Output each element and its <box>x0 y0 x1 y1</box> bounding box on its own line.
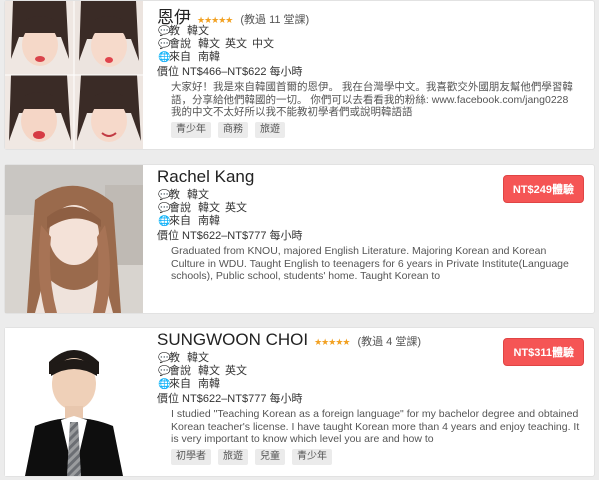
price-range: 價位 NT$622–NT$777 每小時 <box>157 230 303 242</box>
from-country: 南韓 <box>198 378 220 390</box>
tag[interactable]: 旅遊 <box>218 449 248 465</box>
tag[interactable]: 初學者 <box>171 449 211 465</box>
tutor-bio: 大家好！我是來自韓國首爾的恩伊。 我在台灣學中文。我喜歡交外國朋友幫他們學習韓語… <box>171 81 573 118</box>
speaks-language: 韓文 <box>198 202 220 214</box>
from-country: 南韓 <box>198 215 220 227</box>
from-label: 來自 <box>169 215 191 227</box>
tutor-card[interactable]: Rachel Kang 💬教 韓文 💬會說 韓文 英文 🌐來自 南韓 價位 NT$622… <box>4 164 595 314</box>
speaks-language: 英文 <box>225 38 247 50</box>
speaks-language: 韓文 <box>198 365 220 377</box>
chat-bubble-icon: 💬 <box>158 203 171 214</box>
globe-icon: 🌐 <box>158 379 171 390</box>
trial-lesson-button[interactable]: NT$249體驗 <box>502 175 584 203</box>
tag[interactable]: 青少年 <box>292 449 332 465</box>
chat-bubble-icon: 💬 <box>158 366 171 377</box>
tutor-card[interactable]: 恩伊 ★★★★★ (教過 11 堂課) 💬教 韓文 💬會說 韓文 英文 中文 🌐來自 南韓… <box>4 0 595 150</box>
from-row: 🌐來自 南韓 <box>158 378 586 391</box>
tutor-info: 恩伊 ★★★★★ (教過 11 堂課) 💬教 韓文 💬會說 韓文 英文 中文 🌐來自 南韓… <box>157 3 586 138</box>
tag[interactable]: 兒童 <box>255 449 285 465</box>
price-range: 價位 NT$622–NT$777 每小時 <box>157 393 303 405</box>
tag-list: 初學者 旅遊 兒童 青少年 <box>171 449 586 465</box>
from-row: 🌐來自 南韓 <box>158 51 586 64</box>
tutor-photo-image <box>5 165 143 313</box>
tutor-photo <box>5 1 143 149</box>
teaches-label: 教 <box>169 352 180 364</box>
speaks-language: 韓文 <box>198 38 220 50</box>
teaches-row: 💬教 韓文 <box>158 25 586 38</box>
chat-bubble-icon: 💬 <box>158 353 171 364</box>
speaks-language: 中文 <box>252 38 274 50</box>
speaks-label: 會說 <box>169 202 191 214</box>
tag[interactable]: 青少年 <box>171 122 211 138</box>
chat-bubble-icon: 💬 <box>158 190 171 201</box>
teaches-label: 教 <box>169 189 180 201</box>
tag-list: 青少年 商務 旅遊 <box>171 122 586 138</box>
rating-stars: ★★★★★ <box>314 337 350 347</box>
tutor-photo[interactable] <box>5 328 143 476</box>
tag[interactable]: 商務 <box>218 122 248 138</box>
from-country: 南韓 <box>198 51 220 63</box>
speaks-label: 會說 <box>169 365 191 377</box>
chat-bubble-icon: 💬 <box>158 39 171 50</box>
speaks-row: 💬會說 韓文 英文 中文 <box>158 38 586 51</box>
from-row: 🌐來自 南韓 <box>158 215 586 228</box>
teaches-language: 韓文 <box>187 25 209 37</box>
trial-lesson-button[interactable]: NT$311體驗 <box>503 338 584 366</box>
tutor-photo-collage[interactable] <box>5 1 143 149</box>
tutor-photo-image <box>5 328 143 476</box>
chat-bubble-icon: 💬 <box>158 26 171 37</box>
speaks-row: 💬會說 韓文 英文 <box>158 365 586 378</box>
tutor-card[interactable]: SUNGWOON CHOI ★★★★★ (教過 4 堂課) 💬教 韓文 💬會說 韓文… <box>4 327 595 477</box>
speaks-language: 英文 <box>225 365 247 377</box>
teaches-language: 韓文 <box>187 352 209 364</box>
teaches-language: 韓文 <box>187 189 209 201</box>
teaches-label: 教 <box>169 25 180 37</box>
speaks-language: 英文 <box>225 202 247 214</box>
lesson-count: (教過 11 堂課) <box>240 14 310 26</box>
tag[interactable]: 旅遊 <box>255 122 285 138</box>
price-range: 價位 NT$466–NT$622 每小時 <box>157 66 303 78</box>
from-label: 來自 <box>169 51 191 63</box>
tutor-bio: Graduated from KNOU, majored English Lit… <box>171 245 569 282</box>
lesson-count: (教過 4 堂課) <box>357 336 422 348</box>
speaks-label: 會說 <box>169 38 191 50</box>
from-label: 來自 <box>169 378 191 390</box>
tutor-name[interactable]: Rachel Kang <box>157 167 254 187</box>
globe-icon: 🌐 <box>158 216 171 227</box>
tutor-bio: I studied "Teaching Korean as a foreign … <box>171 408 580 445</box>
speaks-row: 💬會說 韓文 英文 <box>158 202 586 215</box>
globe-icon: 🌐 <box>158 52 171 63</box>
tutor-photo[interactable] <box>5 165 143 313</box>
tutor-name[interactable]: SUNGWOON CHOI <box>157 330 308 350</box>
